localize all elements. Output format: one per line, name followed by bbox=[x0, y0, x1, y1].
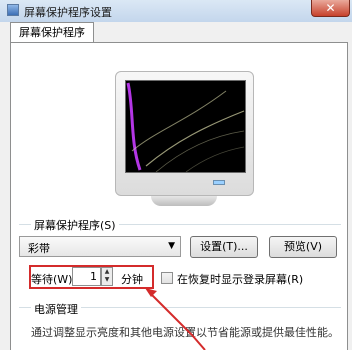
resume-login-label[interactable]: 在恢复时显示登录屏幕(R) bbox=[177, 271, 303, 287]
tab-panel: 屏幕保护程序(S) 彩带 ▼ 设置(T)... 预览(V) 等待(W): 1 ▲… bbox=[10, 42, 348, 350]
power-led bbox=[213, 180, 225, 185]
tab-strip: 屏幕保护程序 bbox=[0, 22, 352, 43]
window-icon bbox=[7, 4, 19, 16]
ribbons-preview-image bbox=[126, 82, 245, 172]
chevron-down-icon: ▼ bbox=[168, 241, 175, 251]
screensaver-group-label: 屏幕保护程序(S) bbox=[31, 217, 119, 233]
close-icon: ✕ bbox=[325, 1, 336, 15]
monitor-stand bbox=[151, 196, 217, 206]
close-button[interactable]: ✕ bbox=[311, 0, 350, 17]
screensaver-selected: 彩带 bbox=[28, 242, 50, 255]
settings-button[interactable]: 设置(T)... bbox=[190, 236, 258, 258]
title-bar: 屏幕保护程序设置 ✕ bbox=[0, 0, 352, 23]
resume-login-checkbox[interactable] bbox=[161, 272, 173, 284]
window-title: 屏幕保护程序设置 bbox=[24, 6, 112, 19]
tab-screensaver[interactable]: 屏幕保护程序 bbox=[10, 22, 94, 43]
preview-screen bbox=[125, 80, 246, 173]
screensaver-select[interactable]: 彩带 ▼ bbox=[19, 236, 181, 257]
power-management-description: 通过调整显示亮度和其他电源设置以节省能源或提供最佳性能。 bbox=[31, 326, 339, 339]
power-management-title: 电源管理 bbox=[31, 301, 81, 317]
monitor-preview bbox=[115, 71, 254, 196]
preview-button[interactable]: 预览(V) bbox=[269, 236, 337, 258]
annotation-highlight-box bbox=[29, 265, 154, 289]
